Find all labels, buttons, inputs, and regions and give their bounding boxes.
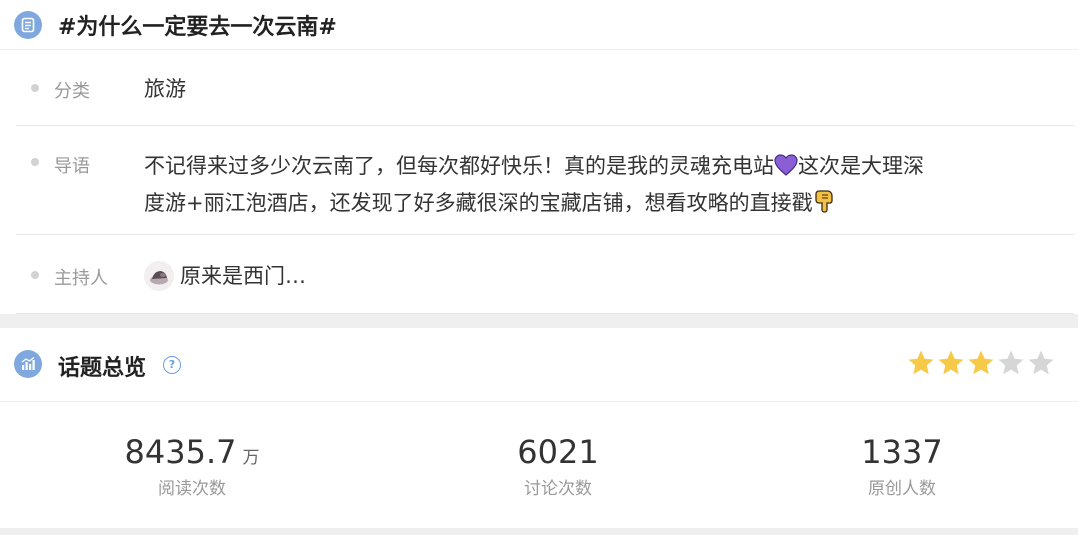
stat-original: 1337 原创人数 bbox=[752, 432, 1052, 499]
discuss-label: 讨论次数 bbox=[524, 479, 592, 499]
rating-stars bbox=[906, 348, 1056, 378]
read-label: 阅读次数 bbox=[158, 479, 226, 499]
read-count: 8435.7 bbox=[124, 433, 237, 471]
star-empty-icon bbox=[1028, 350, 1054, 375]
bullet-dot bbox=[31, 84, 39, 92]
star-filled-icon bbox=[968, 350, 994, 375]
star-empty-icon bbox=[998, 350, 1024, 375]
topic-title-row: #为什么一定要去一次云南# bbox=[0, 0, 1078, 50]
bullet-dot bbox=[31, 271, 39, 279]
purple-heart-icon bbox=[774, 152, 798, 186]
category-value[interactable]: 旅游 bbox=[144, 72, 186, 106]
guide-text-part3: 度游+丽江泡酒店，还发现了好多藏很深的宝藏店铺，想看攻略的直接戳 bbox=[144, 191, 813, 215]
host-label: 主持人 bbox=[54, 268, 108, 289]
stat-discuss: 6021 讨论次数 bbox=[408, 432, 708, 499]
overview-header: 话题总览 ? bbox=[0, 328, 1078, 402]
original-count: 1337 bbox=[861, 433, 943, 471]
topic-overview-card: 话题总览 ? 8435.7 万 阅读次数 6021 讨论次数 1337 原创人数 bbox=[0, 328, 1078, 528]
guide-text-part1: 不记得来过多少次云南了，但每次都好快乐！真的是我的灵魂充电站 bbox=[144, 154, 774, 178]
stat-read: 8435.7 万 阅读次数 bbox=[42, 432, 342, 499]
list-icon bbox=[14, 10, 42, 39]
guide-text-part2: 这次是大理深 bbox=[798, 154, 924, 178]
guide-text: 不记得来过多少次云南了，但每次都好快乐！真的是我的灵魂充电站 这次是大理深 度游+… bbox=[144, 149, 1064, 223]
star-filled-icon bbox=[938, 350, 964, 375]
avatar[interactable] bbox=[144, 261, 174, 291]
guide-row: 导语 不记得来过多少次云南了，但每次都好快乐！真的是我的灵魂充电站 这次是大理深 … bbox=[16, 126, 1074, 235]
category-row: 分类 旅游 bbox=[16, 50, 1074, 126]
read-unit: 万 bbox=[242, 448, 260, 468]
bullet-dot bbox=[31, 158, 39, 166]
pointing-down-hand-icon bbox=[813, 189, 835, 223]
discuss-count: 6021 bbox=[517, 433, 599, 471]
topic-title: #为什么一定要去一次云南# bbox=[58, 14, 337, 40]
star-filled-icon bbox=[908, 350, 934, 375]
host-row: 主持人 原来是西门… bbox=[16, 235, 1074, 314]
category-label: 分类 bbox=[54, 81, 90, 102]
guide-label: 导语 bbox=[54, 156, 90, 177]
host-name[interactable]: 原来是西门… bbox=[180, 259, 306, 293]
topic-info-card: #为什么一定要去一次云南# 分类 旅游 导语 不记得来过多少次云南了，但每次都好… bbox=[0, 0, 1078, 314]
question-circle-icon[interactable]: ? bbox=[163, 356, 181, 374]
chart-icon bbox=[14, 350, 42, 378]
overview-title: 话题总览 bbox=[58, 356, 147, 381]
original-label: 原创人数 bbox=[868, 479, 936, 499]
